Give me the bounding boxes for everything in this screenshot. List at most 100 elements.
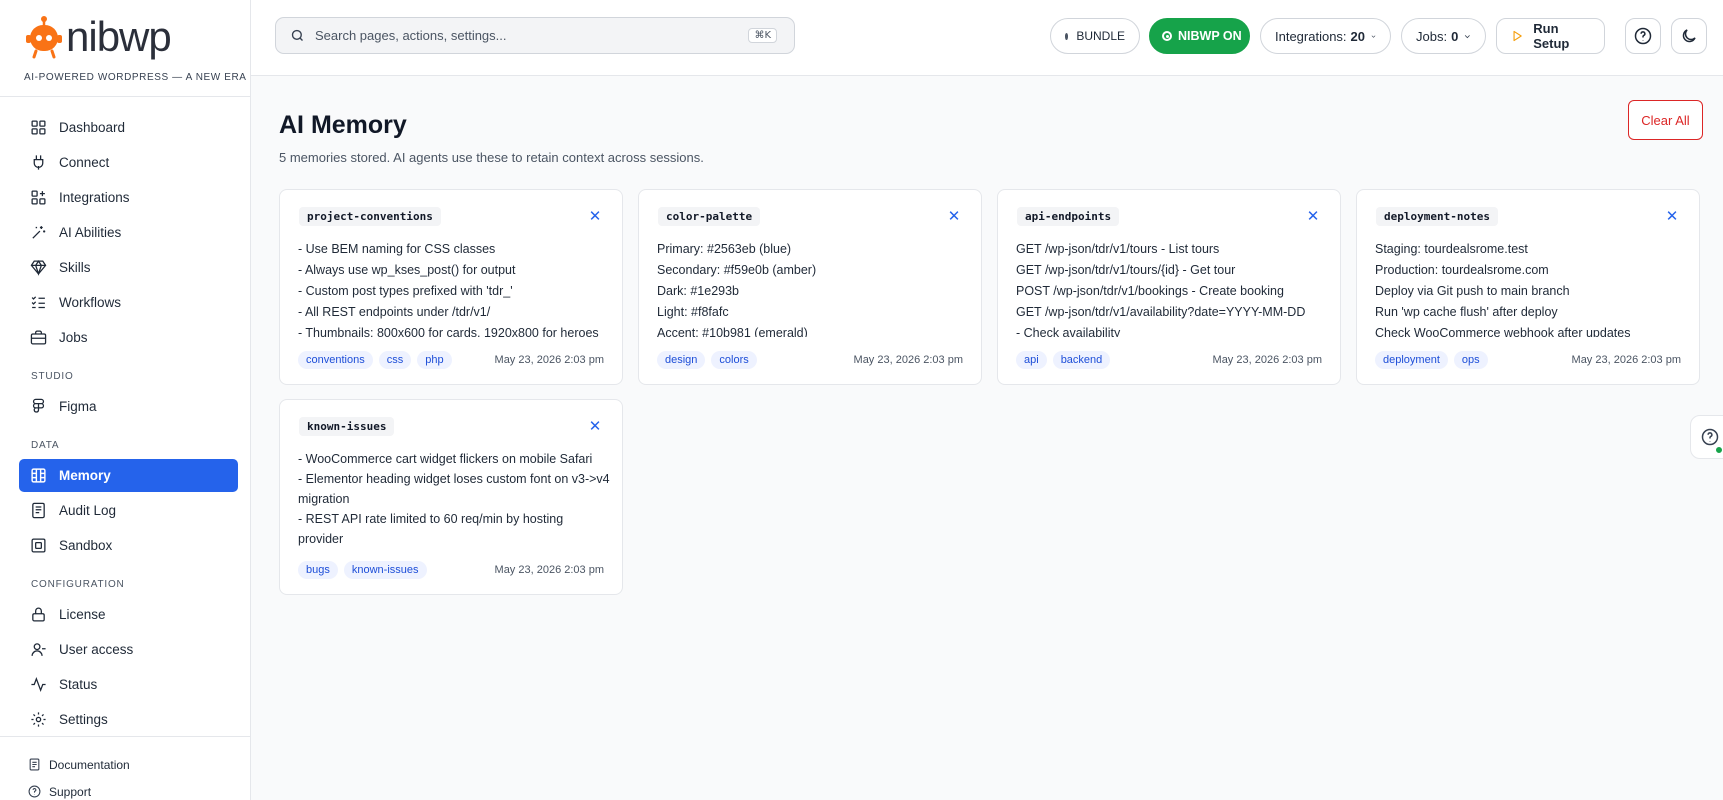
page-title: AI Memory <box>279 111 407 139</box>
memory-key: known-issues <box>299 417 395 436</box>
integrations-dropdown[interactable]: Integrations: 20 <box>1260 18 1391 54</box>
logo[interactable]: nibwp <box>24 12 250 62</box>
memory-icon <box>31 468 46 483</box>
lock-icon <box>32 607 45 622</box>
memory-tag: php <box>417 351 452 369</box>
sidebar-item-user-access[interactable]: User access <box>19 633 238 666</box>
sidebar-item-memory[interactable]: Memory <box>19 459 238 492</box>
clear-all-button[interactable]: Clear All <box>1628 100 1703 140</box>
delete-memory-icon[interactable]: ✕ <box>588 419 602 434</box>
sidebar-item-label: Skills <box>59 260 91 275</box>
memory-tag: design <box>657 351 706 369</box>
documentation-link[interactable]: Documentation <box>28 751 250 778</box>
sidebar-item-sandbox[interactable]: Sandbox <box>19 529 238 562</box>
jobs-dropdown[interactable]: Jobs: 0 <box>1401 18 1486 54</box>
search-input[interactable] <box>315 28 735 43</box>
memory-tag: deployment <box>1375 351 1448 369</box>
delete-memory-icon[interactable]: ✕ <box>947 209 961 224</box>
memory-key: api-endpoints <box>1017 207 1120 226</box>
memory-tag: known-issues <box>343 561 427 579</box>
sidebar-item-audit-log[interactable]: Audit Log <box>19 494 238 527</box>
integrations-label: Integrations: <box>1275 28 1347 44</box>
help-button[interactable] <box>1625 18 1661 54</box>
memory-card: project-conventions ✕ - Use BEM naming f… <box>279 189 623 385</box>
sidebar-footer: Documentation Support <box>0 736 250 800</box>
brand-name: nibwp <box>66 13 172 60</box>
sidebar-item-connect[interactable]: Connect <box>19 146 238 179</box>
gear-icon <box>31 712 46 727</box>
sidebar-item-settings[interactable]: Settings <box>19 703 238 736</box>
run-setup-button[interactable]: Run Setup <box>1496 18 1605 54</box>
sidebar-item-figma[interactable]: Figma <box>19 390 238 423</box>
memory-line: - WooCommerce cart widget flickers on mo… <box>298 452 593 466</box>
plugin-status-label: NIBWP ON <box>1178 29 1242 43</box>
sparkles-icon <box>32 226 46 239</box>
delete-memory-icon[interactable]: ✕ <box>588 209 602 224</box>
delete-memory-icon[interactable]: ✕ <box>1306 209 1320 224</box>
memory-tag: conventions <box>298 351 373 369</box>
memory-line: - Check availability <box>1016 326 1121 337</box>
delete-memory-icon[interactable]: ✕ <box>1665 209 1679 224</box>
memory-content: - Use BEM naming for CSS classes - Alway… <box>298 239 610 337</box>
grid-icon <box>31 120 46 135</box>
memory-line: Primary: #2563eb (blue) <box>657 242 792 256</box>
memory-tag: ops <box>1453 351 1488 369</box>
search-icon <box>291 29 303 41</box>
section-label-studio: STUDIO <box>31 371 74 382</box>
memory-date: May 23, 2026 2:03 pm <box>494 564 604 576</box>
theme-toggle-button[interactable] <box>1671 18 1707 54</box>
memory-line: GET /wp-json/tdr/v1/availability?date=YY… <box>1016 305 1306 319</box>
memory-line: - Elementor heading widget loses custom … <box>298 472 610 506</box>
memory-card: deployment-notes ✕ Staging: tourdealsrom… <box>1356 189 1700 385</box>
sidebar-item-status[interactable]: Status <box>19 668 238 701</box>
sidebar-item-license[interactable]: License <box>19 598 238 631</box>
doc-icon <box>29 758 40 771</box>
play-icon <box>1513 30 1522 42</box>
briefcase-icon <box>30 330 47 345</box>
list-checks-icon <box>31 296 45 309</box>
user-icon <box>31 643 46 656</box>
sidebar-item-label: AI Abilities <box>59 225 122 240</box>
sidebar-item-label: Sandbox <box>59 538 113 553</box>
memory-tag: css <box>378 351 412 369</box>
memory-line: Run 'wp cache flush' after deploy <box>1375 305 1558 319</box>
memory-date: May 23, 2026 2:03 pm <box>1212 354 1322 366</box>
memory-line: Light: #f8fafc <box>657 305 729 319</box>
jobs-label: Jobs: <box>1416 28 1448 44</box>
bundle-badge[interactable]: BUNDLE <box>1050 18 1140 54</box>
sidebar-item-label: Settings <box>59 712 108 727</box>
memory-tag: api <box>1016 351 1047 369</box>
memory-line: Dark: #1e293b <box>657 284 740 298</box>
floating-help-button[interactable] <box>1690 415 1723 459</box>
sidebar-item-workflows[interactable]: Workflows <box>19 286 238 319</box>
sidebar-item-integrations[interactable]: Integrations <box>19 181 238 214</box>
memory-line: - REST API rate limited to 60 req/min by… <box>298 512 564 546</box>
search-box[interactable]: ⌘K <box>275 17 795 54</box>
chevron-down-icon <box>1371 34 1376 38</box>
sidebar-item-jobs[interactable]: Jobs <box>19 321 238 354</box>
sidebar-item-ai-abilities[interactable]: AI Abilities <box>19 216 238 249</box>
memory-key: color-palette <box>658 207 761 226</box>
memory-tags: conventions css php <box>298 351 452 369</box>
help-circle-icon <box>1701 428 1719 446</box>
sidebar-item-label: Connect <box>59 155 110 170</box>
search-shortcut-hint: ⌘K <box>748 28 777 43</box>
sidebar-item-label: Dashboard <box>59 120 126 135</box>
page-subtitle: 5 memories stored. AI agents use these t… <box>279 150 704 165</box>
sidebar-item-dashboard[interactable]: Dashboard <box>19 111 238 144</box>
memory-content: Staging: tourdealsrome.test Production: … <box>1375 239 1687 337</box>
sidebar-nav: Dashboard Connect Integrations AI Abilit… <box>0 97 250 736</box>
help-circle-icon <box>28 785 41 798</box>
documentation-label: Documentation <box>49 757 130 772</box>
sidebar-item-label: Audit Log <box>59 503 117 518</box>
sidebar-item-skills[interactable]: Skills <box>19 251 238 284</box>
memory-content: Primary: #2563eb (blue) Secondary: #f59e… <box>657 239 969 337</box>
sidebar-item-label: Integrations <box>59 190 130 205</box>
robot-logo-icon <box>26 16 62 59</box>
blocks-icon <box>31 190 46 205</box>
box-icon <box>31 538 46 553</box>
plugin-status-toggle[interactable]: NIBWP ON <box>1149 18 1250 54</box>
memory-key: project-conventions <box>299 207 441 226</box>
support-link[interactable]: Support <box>28 778 250 800</box>
memory-line: Secondary: #f59e0b (amber) <box>657 263 817 277</box>
